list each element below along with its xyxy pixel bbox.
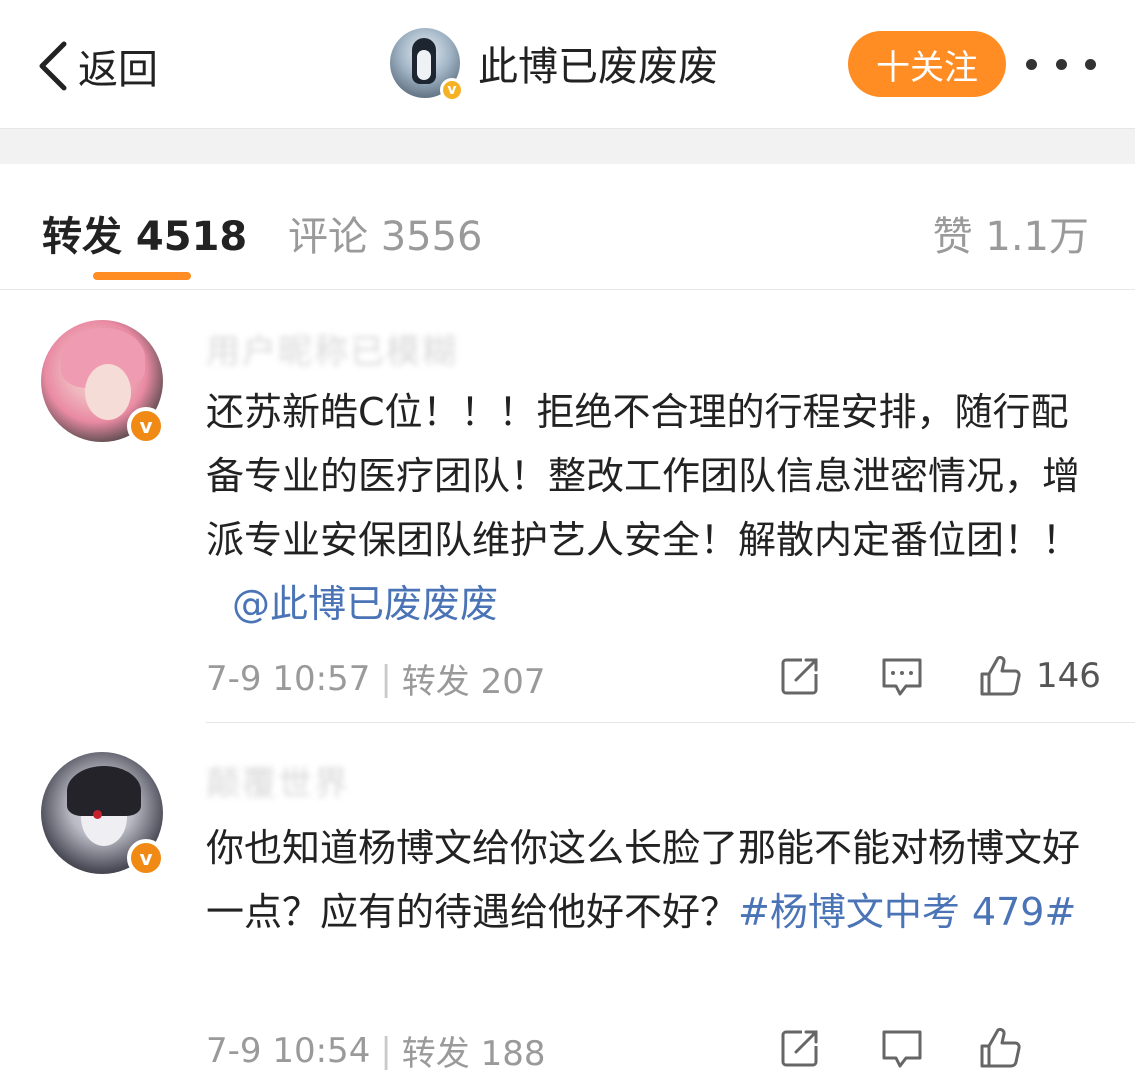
avatar-image-detail: [67, 766, 141, 816]
post-meta: 7-9 10:54 | 转发 188: [206, 1026, 546, 1075]
more-dot-icon: [1026, 58, 1037, 70]
post-text: 还苏新皓C位！！！拒绝不合理的行程安排，随行配备专业的医疗团队！整改工作团队信息…: [206, 380, 1106, 636]
meta-separator: |: [380, 658, 392, 699]
share-edit-icon: [781, 1030, 818, 1067]
tab-repost[interactable]: 转发 4518: [42, 204, 247, 262]
meta-separator: |: [380, 1030, 392, 1071]
comment-button[interactable]: [880, 1026, 924, 1070]
more-dot-icon: [1085, 58, 1096, 70]
mention-link[interactable]: @此博已废废废: [232, 582, 498, 626]
repost-button[interactable]: [778, 654, 822, 698]
post-meta: 7-9 10:57 | 转发 207: [206, 654, 546, 703]
timestamp: 7-9 10:54: [206, 1030, 371, 1071]
top-nav-bar: 返回 v 此博已废废废 十关注: [0, 0, 1135, 128]
comment-icon: [882, 658, 922, 696]
repost-count: 转发 188: [401, 1034, 546, 1074]
back-button[interactable]: 返回: [34, 36, 158, 96]
nickname[interactable]: 用户昵称已模糊: [206, 324, 458, 373]
verified-badge-icon: v: [127, 407, 165, 445]
verified-badge-icon: v: [127, 839, 165, 877]
chevron-left-icon: [39, 41, 67, 91]
active-tab-indicator: [93, 272, 191, 280]
timestamp: 7-9 10:57: [206, 658, 371, 699]
nickname[interactable]: 颠覆世界: [206, 756, 350, 805]
profile-header[interactable]: v 此博已废废废: [390, 28, 718, 102]
comment-button[interactable]: [880, 654, 924, 698]
thumbs-up-icon: [980, 655, 1021, 696]
repost-count: 转发 207: [401, 662, 546, 702]
username[interactable]: 此博已废废废: [478, 34, 718, 92]
row-divider: [206, 722, 1135, 723]
follow-button[interactable]: 十关注: [848, 31, 1006, 97]
thumbs-up-icon: [980, 1027, 1021, 1068]
section-divider: [0, 128, 1135, 165]
avatar-image-detail: [93, 810, 102, 819]
more-options-button[interactable]: [1026, 44, 1096, 84]
more-dot-icon: [1055, 58, 1067, 70]
back-label: 返回: [78, 47, 158, 93]
avatar-image-detail: [85, 364, 131, 420]
like-count: 146: [1036, 656, 1101, 696]
tab-comment[interactable]: 评论 3556: [288, 204, 483, 262]
post-text: 你也知道杨博文给你这么长脸了那能不能对杨博文好一点？应有的待遇给他好不好？#杨博…: [206, 816, 1106, 944]
comment-icon: [882, 1030, 922, 1068]
tab-like[interactable]: 赞 1.1万: [933, 204, 1089, 262]
verified-badge-icon: v: [440, 78, 464, 102]
post-body: 还苏新皓C位！！！拒绝不合理的行程安排，随行配备专业的医疗团队！整改工作团队信息…: [206, 390, 1081, 562]
repost-button[interactable]: [778, 1026, 822, 1070]
hashtag-link[interactable]: #杨博文中考 479#: [738, 890, 1076, 934]
post-actions: [778, 1024, 1098, 1072]
avatar[interactable]: v: [390, 28, 464, 102]
share-edit-icon: [781, 658, 818, 695]
avatar-image-detail: [417, 50, 431, 80]
like-button[interactable]: 146: [978, 654, 1101, 698]
tab-bar: 转发 4518 评论 3556 赞 1.1万: [0, 164, 1135, 290]
post-actions: 146: [778, 652, 1101, 700]
like-button[interactable]: [978, 1026, 1022, 1070]
